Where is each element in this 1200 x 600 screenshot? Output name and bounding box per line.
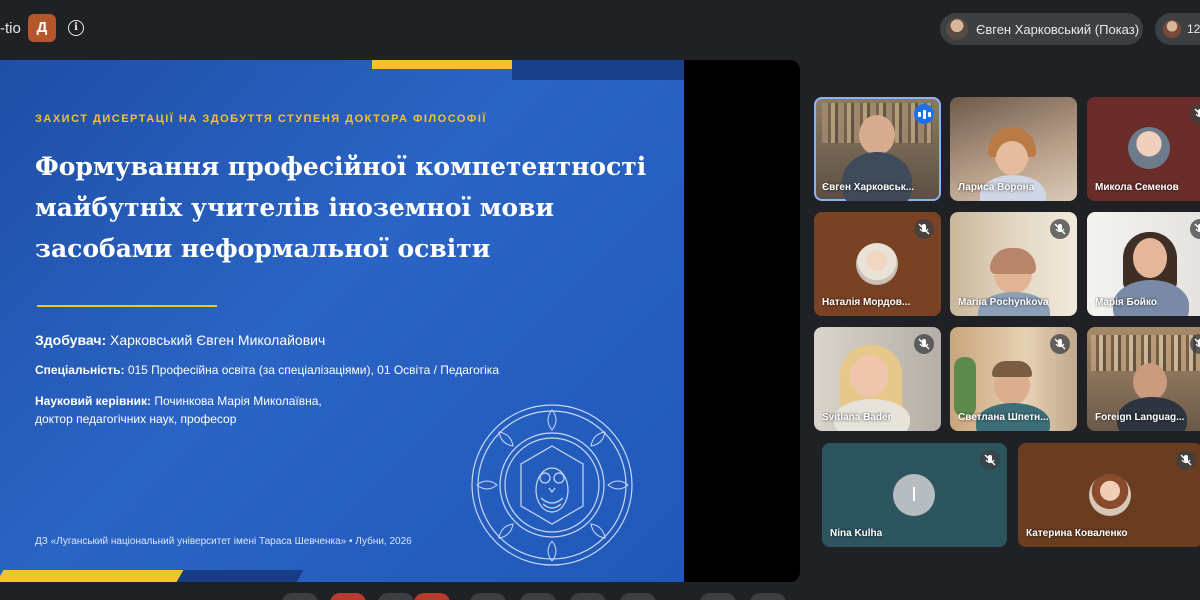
participant-name: Mariia Pochynkova: [958, 297, 1049, 308]
participant-tile[interactable]: Євген Харковськ...: [814, 97, 941, 201]
participant-tile[interactable]: Светлана Шпетн...: [950, 327, 1077, 431]
participant-tile[interactable]: I Nina Kulha: [822, 443, 1007, 547]
advisor-value: Починкова Марія Миколаївна,: [151, 394, 322, 408]
control-button[interactable]: [470, 593, 506, 600]
presenter-avatar: [946, 18, 968, 40]
slide-title: Формування професійної компетентності ма…: [35, 146, 655, 269]
slide-title-line: Формування професійної компетентності: [35, 152, 647, 181]
control-button[interactable]: [520, 593, 556, 600]
mic-off-icon: [1050, 334, 1070, 354]
control-button[interactable]: [750, 593, 786, 600]
mic-off-icon: [914, 334, 934, 354]
applicant-label: Здобувач:: [35, 332, 107, 348]
participant-avatar: [1128, 127, 1170, 169]
slide-applicant: Здобувач: Харковський Євген Миколайович: [35, 332, 325, 348]
control-button[interactable]: [414, 593, 450, 600]
mic-off-icon: [1050, 219, 1070, 239]
slide-title-line: майбутніх учителів іноземної мови: [35, 193, 554, 222]
slide-advisor-title: доктор педагогічних наук, професор: [35, 412, 237, 426]
participant-count: 12: [1187, 22, 1200, 36]
mic-off-icon: [914, 219, 934, 239]
participant-tile[interactable]: Катерина Коваленко: [1018, 443, 1200, 547]
participant-name: Foreign Languag...: [1095, 412, 1185, 423]
mic-off-icon: [1190, 219, 1200, 239]
control-button[interactable]: [620, 593, 656, 600]
participant-name: Nina Kulha: [830, 528, 883, 539]
participant-name: Марія Бойко: [1095, 297, 1157, 308]
slide-advisor: Науковий керівник: Починкова Марія Микол…: [35, 394, 322, 408]
participant-name: Svitlana Bader: [822, 412, 892, 423]
participant-name: Светлана Шпетн...: [958, 412, 1049, 423]
applicant-value: Харковський Євген Миколайович: [106, 332, 326, 348]
specialty-value: 015 Професійна освіта (за спеціалізаціям…: [124, 363, 499, 377]
presenter-chip-label: Євген Харковський (Показ): [976, 21, 1140, 37]
slide-bottom-dark: [176, 570, 304, 582]
participant-tile[interactable]: Mariia Pochynkova: [950, 212, 1077, 316]
info-icon[interactable]: i: [68, 20, 84, 36]
participant-tile[interactable]: Микола Семенов: [1087, 97, 1200, 201]
mic-off-icon: [980, 450, 1000, 470]
slide-dark-strip: [512, 60, 684, 80]
participant-name: Микола Семенов: [1095, 182, 1179, 193]
control-button[interactable]: [700, 593, 736, 600]
mic-off-icon: [1176, 450, 1196, 470]
control-button[interactable]: [570, 593, 606, 600]
university-seal-icon: [471, 404, 633, 566]
advisor-label: Науковий керівник:: [35, 394, 152, 408]
participant-name: Євген Харковськ...: [822, 182, 915, 193]
participant-tile[interactable]: Лариса Ворона: [950, 97, 1077, 201]
host-badge[interactable]: Д: [28, 14, 56, 42]
participant-name: Лариса Ворона: [958, 182, 1035, 193]
top-bar: -tio Д i Євген Харковський (Показ) 12: [0, 0, 1200, 58]
participant-avatar: [1089, 474, 1131, 516]
presenter-chip[interactable]: Євген Харковський (Показ): [940, 13, 1143, 45]
meeting-code: -tio: [0, 20, 21, 37]
control-button[interactable]: [282, 593, 318, 600]
slide-footer: ДЗ «Луганський національний університет …: [35, 536, 412, 547]
participant-tile[interactable]: Марія Бойко: [1087, 212, 1200, 316]
control-button[interactable]: [330, 593, 366, 600]
slide-bottom-strip: [0, 570, 204, 582]
participant-tile[interactable]: Svitlana Bader: [814, 327, 941, 431]
slide-title-rule: [37, 305, 217, 307]
control-button[interactable]: [378, 593, 414, 600]
participant-tile[interactable]: Наталія Мордов...: [814, 212, 941, 316]
participant-name: Наталія Мордов...: [822, 297, 911, 308]
participants-chip[interactable]: 12: [1155, 13, 1200, 45]
slide-gold-strip: [372, 60, 512, 69]
slide-specialty: Спеціальність: 015 Професійна освіта (за…: [35, 363, 499, 377]
specialty-label: Спеціальність:: [35, 363, 125, 377]
slide-kicker: ЗАХИСТ ДИСЕРТАЦІЇ НА ЗДОБУТТЯ СТУПЕНЯ ДО…: [35, 113, 487, 125]
participant-tile[interactable]: Foreign Languag...: [1087, 327, 1200, 431]
participant-avatar-mini: [1163, 20, 1181, 38]
slide-title-line: засобами неформальної освіти: [35, 234, 491, 263]
mic-off-icon: [1190, 104, 1200, 124]
presentation-slide: ЗАХИСТ ДИСЕРТАЦІЇ НА ЗДОБУТТЯ СТУПЕНЯ ДО…: [0, 60, 684, 582]
mic-off-icon: [1190, 334, 1200, 354]
participant-name: Катерина Коваленко: [1026, 528, 1128, 539]
participant-avatar: [856, 243, 898, 285]
participant-letter-avatar: I: [893, 474, 935, 516]
speaking-indicator-icon: [914, 104, 934, 124]
